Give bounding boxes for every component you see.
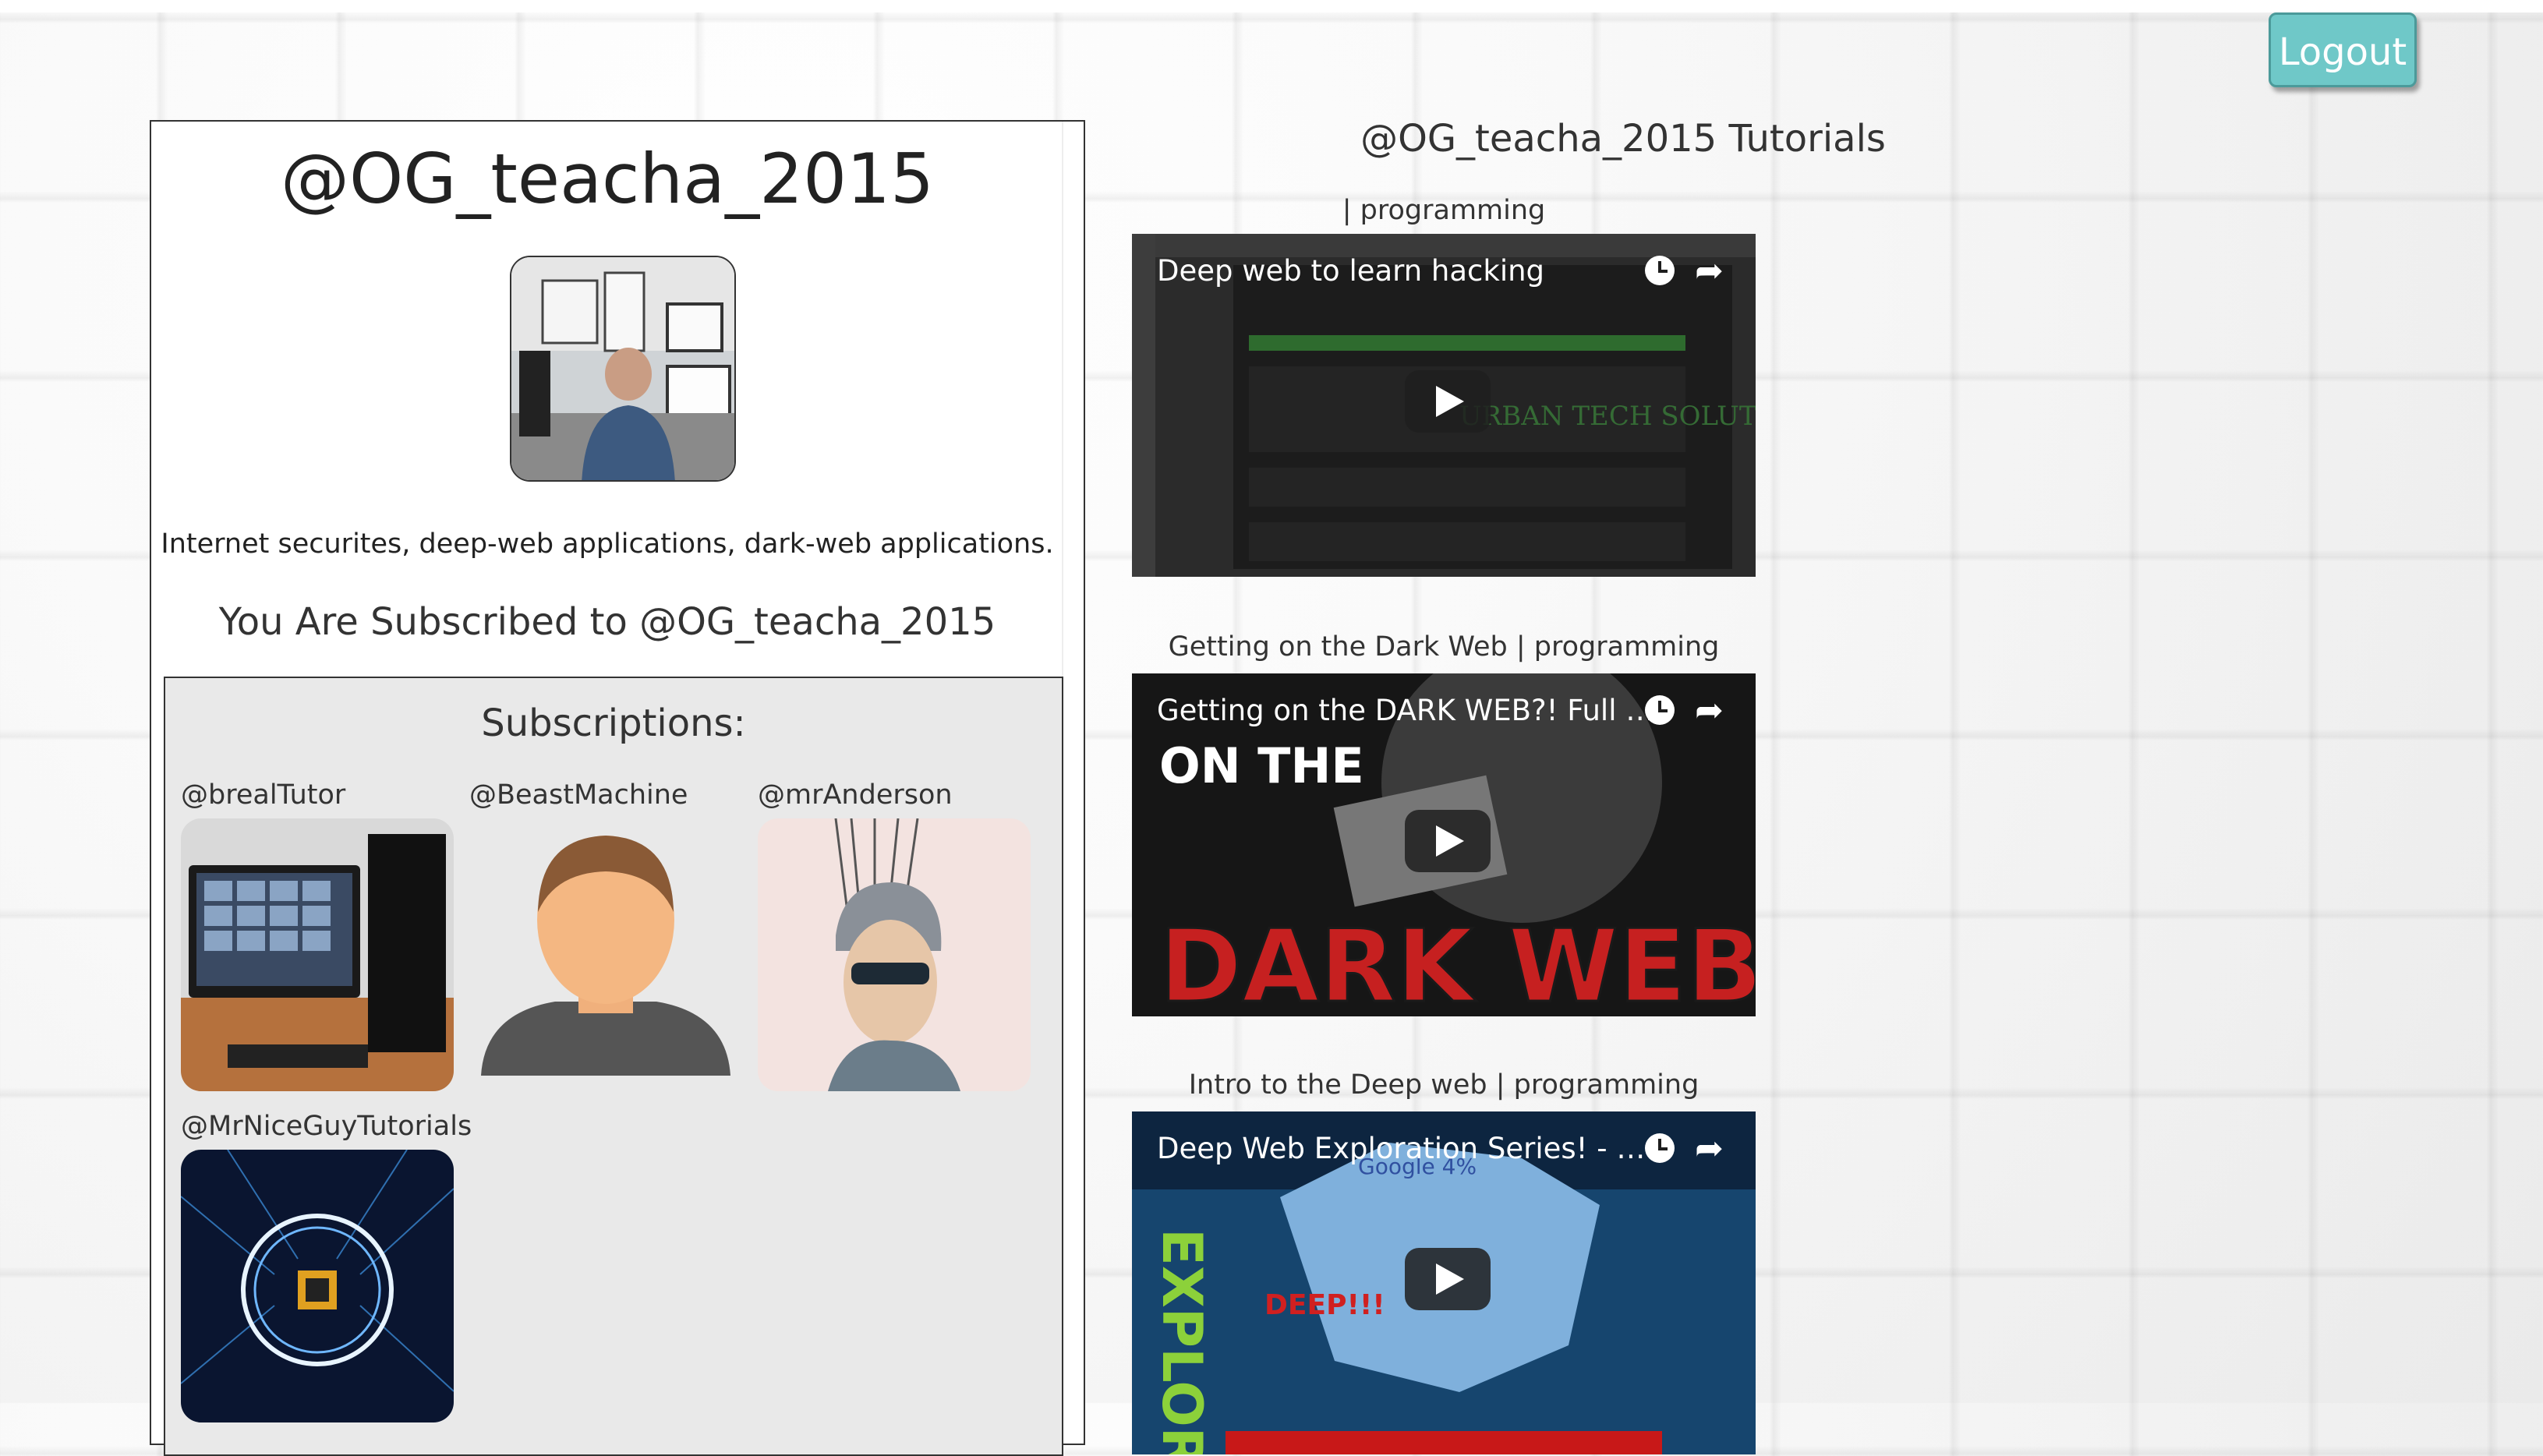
subscription-avatar[interactable] <box>469 818 742 1091</box>
profile-avatar <box>510 256 736 482</box>
profile-username: @OG_teacha_2015 <box>280 139 935 219</box>
subscription-item[interactable]: @MrNiceGuyTutorials <box>181 1111 472 1422</box>
subscription-avatar[interactable] <box>181 818 454 1091</box>
video-player[interactable]: ON THE DARK WEB Getting on the DARK WEB?… <box>1132 673 1756 1016</box>
tutorials-title: @OG_teacha_2015 Tutorials <box>1360 117 1886 161</box>
subscriptions-panel: Subscriptions: @brealTutor @BeastMachine… <box>164 677 1063 1456</box>
play-icon[interactable] <box>1405 1248 1491 1310</box>
thumbnail-text-top: ON THE <box>1159 737 1364 794</box>
subscription-item[interactable]: @brealTutor <box>181 779 454 1091</box>
video-label: Getting on the Dark Web | programming <box>1168 631 1720 663</box>
share-icon[interactable]: ➦ <box>1695 1129 1724 1168</box>
video-player[interactable]: URBAN TECH SOLUTION Deep web to learn ha… <box>1132 234 1756 577</box>
thumbnail-text-big: DARK WEB <box>1159 909 1756 1016</box>
thumbnail-text-small: DEEP!!! <box>1264 1289 1385 1321</box>
watch-later-icon[interactable] <box>1645 695 1675 725</box>
subscription-avatar[interactable] <box>181 1150 454 1422</box>
subscription-item[interactable]: @mrAnderson <box>758 779 1031 1091</box>
subscription-name[interactable]: @brealTutor <box>181 779 454 811</box>
play-icon[interactable] <box>1405 370 1491 433</box>
computer-setup-image <box>181 818 454 1091</box>
subscription-avatar[interactable] <box>758 818 1031 1091</box>
subscriptions-title: Subscriptions: <box>481 701 746 745</box>
top-bar <box>0 0 2543 12</box>
video-label: Intro to the Deep web | programming <box>1188 1069 1699 1101</box>
profile-panel: @OG_teacha_2015 Internet securites, deep… <box>150 120 1085 1456</box>
profile-bio: Internet securites, deep-web application… <box>161 528 1054 560</box>
subscription-name[interactable]: @mrAnderson <box>758 779 1031 811</box>
subscription-item[interactable]: @BeastMachine <box>469 779 742 1091</box>
subscription-name[interactable]: @BeastMachine <box>469 779 742 811</box>
video-label: | programming <box>1342 195 1546 226</box>
watch-later-icon[interactable] <box>1645 256 1675 285</box>
video-title[interactable]: Getting on the DARK WEB?! Full Tut... <box>1157 694 1656 727</box>
digital-brain-image <box>181 1150 454 1422</box>
logout-button[interactable]: Logout <box>2269 12 2417 87</box>
video-title[interactable]: Deep web to learn hacking <box>1157 254 1656 288</box>
matrix-character-image <box>758 818 1031 1091</box>
share-icon[interactable]: ➦ <box>1695 251 1724 291</box>
video-player[interactable]: EXPLORE DEEP!!! Google 4% Deep Web Explo… <box>1132 1111 1756 1454</box>
video-title[interactable]: Deep Web Exploration Series! - #1 T... <box>1157 1132 1656 1165</box>
play-icon[interactable] <box>1405 810 1491 872</box>
avatar-photo <box>511 257 734 480</box>
share-icon[interactable]: ➦ <box>1695 691 1724 730</box>
subscription-status: You Are Subscribed to @OG_teacha_2015 <box>218 600 996 644</box>
subscription-name[interactable]: @MrNiceGuyTutorials <box>181 1111 472 1142</box>
watch-later-icon[interactable] <box>1645 1133 1675 1163</box>
thumbnail-text-side: EXPLORE <box>1150 1228 1214 1454</box>
thumbnail-watermark: URBAN TECH SOLUTION <box>1459 401 1756 432</box>
default-user-icon <box>469 818 742 1091</box>
